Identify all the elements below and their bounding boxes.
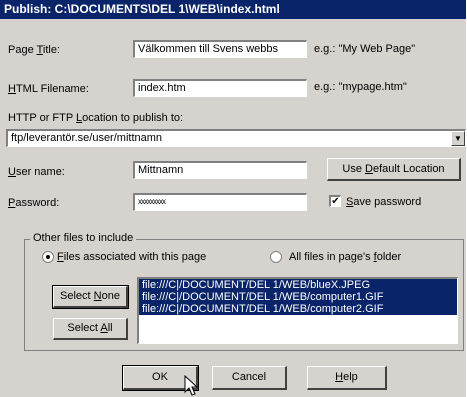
save-password-checkbox[interactable]: ✔ <box>329 195 341 207</box>
help-button[interactable]: Help <box>307 366 387 390</box>
file-list-item[interactable]: file:///C|/DOCUMENT/DEL 1/WEB/computer2.… <box>139 303 457 315</box>
mouse-pointer-icon <box>184 375 198 396</box>
page-title-example: e.g.: "My Web Page" <box>314 43 416 55</box>
files-associated-radio[interactable] <box>42 251 54 263</box>
html-filename-input[interactable]: index.htm <box>133 79 307 97</box>
location-combobox[interactable]: ftp/leverantör.se/user/mittnamn ▼ <box>6 129 466 147</box>
file-list-item[interactable]: file:///C|/DOCUMENT/DEL 1/WEB/computer1.… <box>139 291 457 303</box>
publish-dialog: Publish: C:\DOCUMENTS\DEL 1\WEB\index.ht… <box>0 0 466 397</box>
file-list-item[interactable]: file:///C|/DOCUMENT/DEL 1/WEB/blueX.JPEG <box>139 279 457 291</box>
all-files-in-folder-radio[interactable] <box>270 251 282 263</box>
cancel-button[interactable]: Cancel <box>212 366 287 390</box>
password-label: Password: <box>8 197 60 209</box>
select-all-button[interactable]: Select All <box>53 318 128 340</box>
files-associated-label[interactable]: Files associated with this page <box>57 251 206 263</box>
dropdown-arrow-icon[interactable]: ▼ <box>451 131 465 146</box>
use-default-location-button[interactable]: Use Default Location <box>327 158 461 181</box>
page-title-label: Page Title: <box>8 44 60 56</box>
other-files-title: Other files to include <box>30 232 137 244</box>
html-filename-label: HTML Filename: <box>8 83 89 95</box>
username-label: User name: <box>8 166 65 178</box>
window-title: Publish: C:\DOCUMENTS\DEL 1\WEB\index.ht… <box>4 2 280 16</box>
select-none-button[interactable]: Select None <box>52 285 129 309</box>
location-value: ftp/leverantör.se/user/mittnamn <box>11 132 163 144</box>
save-password-label[interactable]: Save password <box>346 196 421 208</box>
html-filename-example: e.g.: "mypage.htm" <box>314 81 407 93</box>
files-listbox[interactable]: file:///C|/DOCUMENT/DEL 1/WEB/blueX.JPEG… <box>137 277 458 344</box>
all-files-in-folder-label[interactable]: All files in page's folder <box>289 251 401 263</box>
location-label: HTTP or FTP Location to publish to: <box>8 112 184 124</box>
page-title-input[interactable]: Välkommen till Svens webbs <box>133 40 307 58</box>
title-bar: Publish: C:\DOCUMENTS\DEL 1\WEB\index.ht… <box>0 0 466 19</box>
password-input[interactable]: xxxxxxxxx <box>133 193 307 211</box>
username-input[interactable]: Mittnamn <box>133 161 307 179</box>
